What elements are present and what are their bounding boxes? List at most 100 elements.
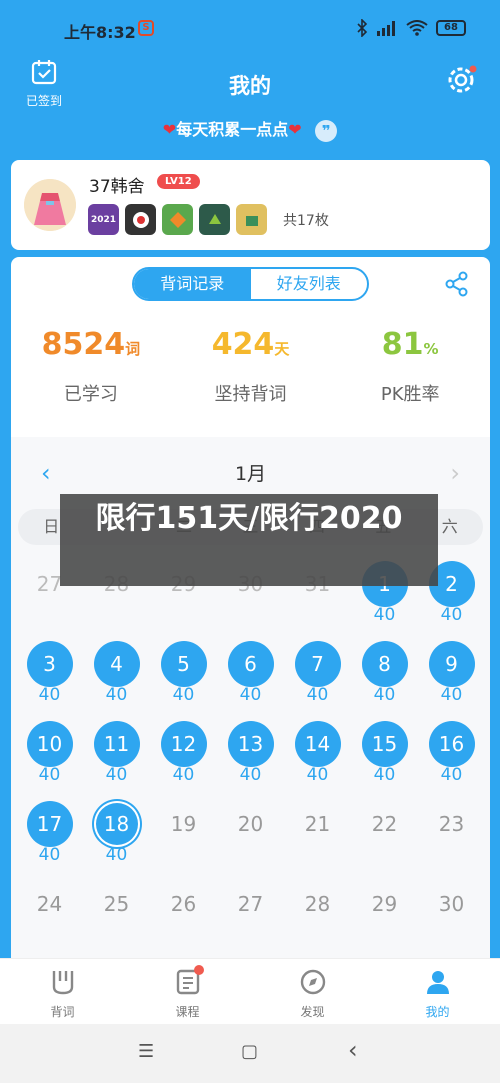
day-number: 3 [26, 641, 73, 687]
day-word-count: 40 [105, 845, 128, 865]
day-word-count: 40 [306, 685, 329, 705]
back-icon[interactable]: ‹ [348, 1036, 358, 1064]
day-word-count: 40 [38, 845, 61, 865]
day-number: 10 [26, 721, 73, 767]
calendar-day[interactable]: 5 40 [150, 637, 217, 717]
tab-label: 课程 [175, 1005, 200, 1019]
day-number: 7 [294, 641, 341, 687]
calendar-week: 24 25 26 27 28 29 30 [16, 877, 485, 957]
day-number: 20 [237, 812, 264, 836]
stat-label: PK胜率 [380, 384, 440, 405]
calendar-day[interactable]: 20 [217, 797, 284, 877]
vocab-icon [52, 971, 73, 995]
stat-learned: 8524词 已学习 [11, 327, 171, 406]
day-number: 6 [227, 641, 274, 687]
heart-icon: ❤ [162, 120, 177, 139]
day-number: 27 [237, 892, 264, 916]
calendar-day[interactable]: 22 [351, 797, 418, 877]
tab-vocab[interactable]: 背词 [0, 959, 125, 1024]
status-icons: 68 [356, 19, 466, 37]
calendar-day[interactable]: 27 [217, 877, 284, 957]
tab-record[interactable]: 背词记录 [134, 269, 251, 299]
segment-control: 背词记录 好友列表 [132, 267, 369, 301]
tab-course[interactable]: 课程 [125, 959, 250, 1024]
calendar-day[interactable]: 7 40 [284, 637, 351, 717]
quote-icon[interactable]: ❞ [315, 119, 338, 142]
calendar-day[interactable]: 14 40 [284, 717, 351, 797]
day-number: 25 [103, 892, 130, 916]
heart-icon: ❤ [288, 120, 302, 139]
calendar-day[interactable]: 25 [83, 877, 150, 957]
calendar-day[interactable]: 24 [16, 877, 83, 957]
tab-label: 发现 [300, 1005, 325, 1019]
day-word-count: 40 [440, 765, 463, 785]
tab-label: 我的 [425, 1005, 450, 1019]
day-word-count: 40 [38, 765, 61, 785]
username: 37韩舍 [89, 177, 145, 197]
day-number: 11 [93, 721, 140, 767]
badge-icon[interactable] [236, 204, 267, 235]
profile-icon [426, 971, 449, 994]
page-title: 我的 [229, 74, 271, 98]
tab-profile[interactable]: 我的 [375, 959, 500, 1024]
calendar-day[interactable]: 9 40 [418, 637, 485, 717]
day-word-count: 40 [105, 765, 128, 785]
day-number: 5 [160, 641, 207, 687]
day-number: 9 [428, 641, 475, 687]
day-word-count: 40 [239, 685, 262, 705]
share-icon[interactable] [444, 271, 470, 297]
avatar[interactable] [24, 179, 76, 231]
calendar-day[interactable]: 15 40 [351, 717, 418, 797]
calendar-day[interactable]: 13 40 [217, 717, 284, 797]
day-number: 19 [170, 812, 197, 836]
calendar-week: 17 40 18 40 19 20 21 22 23 [16, 797, 485, 877]
calendar-day[interactable]: 21 [284, 797, 351, 877]
calendar-day[interactable]: 18 40 [83, 797, 150, 877]
badge-icon[interactable] [162, 204, 193, 235]
next-month-chevron-icon[interactable]: › [450, 459, 460, 487]
home-icon[interactable]: ▢ [241, 1041, 258, 1062]
menu-icon[interactable]: ☰ [138, 1041, 154, 1062]
day-word-count: 40 [306, 765, 329, 785]
settings-gear-icon[interactable] [444, 63, 478, 97]
calendar-day[interactable]: 23 [418, 797, 485, 877]
day-number: 15 [361, 721, 408, 767]
day-number: 12 [160, 721, 207, 767]
day-number: 16 [428, 721, 475, 767]
calendar-day[interactable]: 28 [284, 877, 351, 957]
calendar-day[interactable]: 16 40 [418, 717, 485, 797]
stat-unit: 天 [274, 340, 290, 358]
calendar-day[interactable]: 29 [351, 877, 418, 957]
badge-icon[interactable] [199, 204, 230, 235]
tab-discover[interactable]: 发现 [250, 959, 375, 1024]
day-number: 28 [304, 892, 331, 916]
calendar-day[interactable]: 3 40 [16, 637, 83, 717]
stat-value: 81 [381, 327, 424, 362]
day-word-count: 40 [239, 765, 262, 785]
day-word-count: 40 [172, 765, 195, 785]
calendar-day[interactable]: 8 40 [351, 637, 418, 717]
calendar-day[interactable]: 30 [418, 877, 485, 957]
level-badge: LV12 [157, 174, 200, 189]
calendar-day[interactable]: 26 [150, 877, 217, 957]
calendar-day[interactable]: 11 40 [83, 717, 150, 797]
stat-value: 8524 [41, 327, 126, 362]
stat-pk-rate: 81% PK胜率 [330, 327, 490, 406]
calendar-day[interactable]: 10 40 [16, 717, 83, 797]
calendar-day[interactable]: 17 40 [16, 797, 83, 877]
calendar-day[interactable]: 12 40 [150, 717, 217, 797]
calendar-day[interactable]: 19 [150, 797, 217, 877]
month-nav: ‹ 1月 › [11, 455, 490, 491]
hanbok-avatar-icon [24, 179, 76, 231]
tab-friends[interactable]: 好友列表 [251, 269, 368, 299]
day-number: 14 [294, 721, 341, 767]
badge-icon[interactable] [125, 204, 156, 235]
badge-list[interactable]: 2021 共17枚 [88, 204, 329, 235]
calendar-day[interactable]: 6 40 [217, 637, 284, 717]
profile-card[interactable]: 37韩舍 LV12 2021 共17枚 [11, 160, 490, 250]
badge-2021-icon[interactable]: 2021 [88, 204, 119, 235]
day-word-count: 40 [105, 685, 128, 705]
day-number: 30 [438, 892, 465, 916]
overlay-caption: 限行151天/限行2020 [60, 494, 438, 586]
calendar-day[interactable]: 4 40 [83, 637, 150, 717]
